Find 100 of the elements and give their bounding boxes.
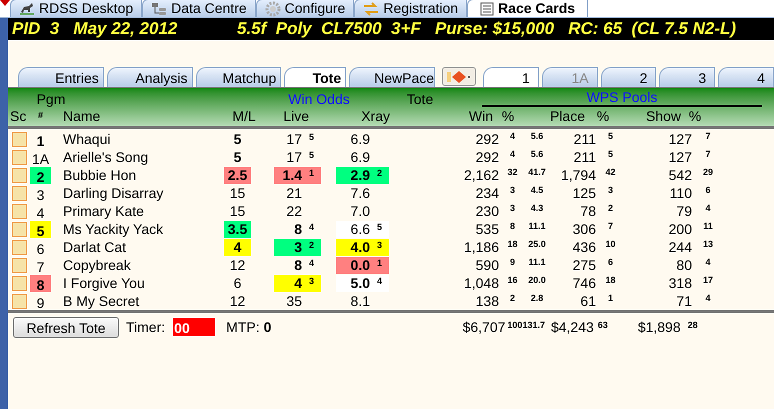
pool-percent: 5	[606, 130, 614, 142]
place-pool: 275	[572, 256, 596, 274]
place-pool: 61	[579, 292, 596, 310]
odds-cell-text: 7.6	[350, 184, 371, 202]
odds-cell: 1.4 1	[274, 166, 321, 184]
swap-arrows-icon	[363, 2, 380, 16]
odds-cell-text: 6.9	[350, 130, 371, 148]
rank-number: 3	[376, 238, 383, 250]
place-pool: 306	[572, 220, 596, 238]
odds-cell: 4.0 3	[336, 238, 389, 256]
view-tab[interactable]: Matchup	[196, 67, 282, 87]
win-share: 5.6	[530, 148, 544, 160]
odds-cell-text: 22	[285, 202, 303, 220]
checkbox[interactable]	[12, 186, 26, 200]
window-tab[interactable]: RDSS Desktop	[10, 0, 142, 17]
checkbox[interactable]	[12, 168, 26, 182]
view-tab[interactable]: Analysis	[106, 67, 192, 87]
pool-percent: 3	[508, 184, 516, 196]
show-pool: 127	[668, 148, 692, 166]
win-share: 11.1	[527, 256, 547, 268]
checkbox[interactable]	[12, 258, 26, 272]
checkbox[interactable]	[12, 132, 26, 146]
pool-percent: 18	[506, 238, 518, 250]
pool-percent: 8	[508, 220, 516, 232]
place-pool: 746	[572, 274, 596, 292]
program-number: 8	[30, 274, 51, 292]
column-group-header: WPS Pools	[482, 90, 762, 107]
mtp-label: MTP:	[226, 318, 260, 336]
win-pool: 535	[474, 220, 499, 238]
race-id-date: PID 3 May 22, 2012	[11, 18, 178, 40]
show-total: $1,898	[638, 318, 681, 336]
program-number: 6	[36, 240, 46, 256]
program-number: 1	[36, 132, 46, 148]
window-tab[interactable]: Race Cards	[467, 0, 588, 17]
horse-name: B My Secret	[62, 292, 140, 311]
view-tab[interactable]: NewPace	[349, 67, 436, 87]
checkbox[interactable]	[12, 222, 26, 236]
entry-tab[interactable]: 4	[718, 67, 774, 87]
pool-percent: 4	[508, 130, 516, 142]
place-pool: 211	[572, 130, 596, 148]
entry-tab[interactable]: 1	[482, 67, 539, 87]
pool-percent: 13	[702, 238, 714, 250]
pool-percent: 7	[704, 148, 712, 160]
pool-percent: 2	[508, 292, 516, 304]
odds-cell-text: 21	[285, 184, 303, 202]
window-tab[interactable]: Configure	[256, 0, 354, 17]
odds-cell: 3.5	[224, 220, 251, 238]
column-header: Tote	[406, 92, 434, 107]
refresh-tote-button[interactable]: Refresh Tote	[13, 316, 119, 338]
rank-number: 5	[308, 130, 315, 142]
pool-percent: 7	[606, 220, 614, 232]
place-pool: 436	[572, 238, 596, 256]
rank-number: 5	[308, 148, 315, 160]
column-header: #	[36, 109, 44, 122]
tool-tab[interactable]	[442, 67, 476, 86]
show-pool: 127	[668, 130, 692, 148]
checkbox[interactable]	[12, 276, 26, 290]
odds-cell-text: 8.1	[350, 292, 371, 310]
column-header: %	[688, 106, 702, 126]
column-group-header: Win Odds	[287, 92, 351, 107]
view-tab[interactable]: Tote	[284, 67, 346, 87]
column-header: Name	[62, 107, 102, 126]
checkbox[interactable]	[12, 150, 26, 164]
show-pool: 71	[675, 292, 692, 310]
entry-tab[interactable]: 3	[659, 67, 716, 87]
odds-cell-text: 15	[228, 184, 246, 202]
win-pool: 2,162	[462, 166, 499, 184]
show-pool: 80	[675, 256, 692, 274]
odds-cell-text: 12	[228, 256, 246, 274]
window-tab[interactable]: Registration	[354, 0, 468, 17]
pool-percent: 9	[508, 256, 516, 268]
odds-cell: 4	[224, 238, 251, 256]
checkbox[interactable]	[12, 204, 26, 218]
column-header: Xray	[360, 106, 390, 126]
program-number: 1A	[30, 150, 50, 166]
view-tab[interactable]: Entries	[18, 67, 104, 87]
odds-cell: 2.5	[224, 166, 251, 184]
checkbox[interactable]	[12, 294, 26, 308]
program-number: 3	[36, 186, 46, 202]
window-tab[interactable]: Data Centre	[142, 0, 256, 17]
checkbox[interactable]	[12, 240, 26, 254]
pool-percent: 7	[704, 130, 712, 142]
win-share: 4.5	[530, 184, 544, 196]
odds-cell-text: 5	[232, 130, 242, 148]
total-percent: 28	[688, 319, 698, 332]
gear-icon	[264, 0, 281, 16]
database-icon	[151, 2, 168, 16]
entry-tab[interactable]: 2	[600, 67, 656, 87]
win-pool: 138	[474, 292, 499, 310]
odds-cell: 4 3	[274, 274, 321, 292]
odds-cell-text: 6	[232, 274, 242, 292]
program-number: 5	[30, 220, 51, 238]
rank-number: 4	[308, 256, 315, 268]
win-pool: 1,186	[462, 238, 499, 256]
mtp-value: 0	[264, 318, 272, 336]
program-number: 4	[36, 204, 46, 220]
horse-name: Ms Yackity Yack	[62, 220, 164, 239]
win-share: 4.3	[530, 202, 544, 214]
win-pool: 234	[474, 184, 499, 202]
timer-value: 00	[173, 318, 216, 336]
